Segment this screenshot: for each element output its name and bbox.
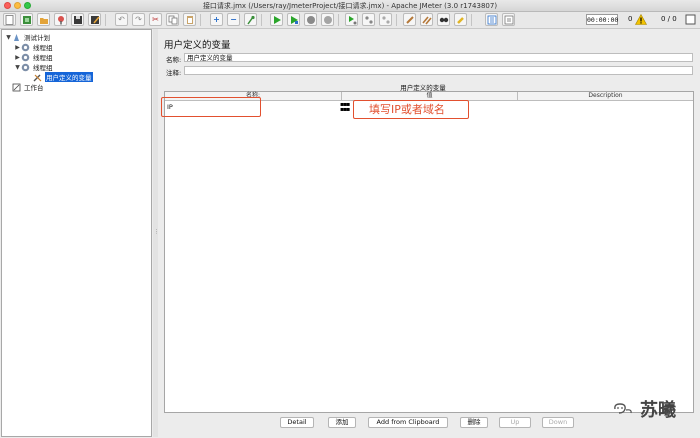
cut-icon[interactable]: ✂ — [149, 13, 162, 26]
elapsed-timer: 00:00:00 — [586, 14, 619, 25]
column-header-description[interactable]: Description — [518, 92, 693, 100]
clear-icon[interactable] — [403, 13, 416, 26]
title-bar: 接口请求.jmx (/Users/ray/JmeterProject/接口请求.… — [0, 0, 700, 12]
function-helper-icon[interactable] — [485, 13, 498, 26]
watermark-logo-icon — [614, 403, 632, 414]
tree-node-label: 线程组 — [33, 64, 53, 72]
expand-arrow-icon[interactable]: ▼ — [5, 34, 12, 41]
reset-search-icon[interactable] — [454, 13, 467, 26]
detail-button[interactable]: Detail — [280, 417, 314, 428]
toggle-icon[interactable] — [244, 13, 257, 26]
search-icon[interactable] — [437, 13, 450, 26]
active-threads: 0 / 0 — [661, 15, 677, 23]
annotation-text: 填写IP或者域名 — [369, 103, 445, 116]
remote-start-icon[interactable] — [345, 13, 358, 26]
help-icon[interactable] — [502, 13, 515, 26]
config-panel: 用户定义的变量 名称: 用户定义的变量 注释: 用户定义的变量 名称: 值 De… — [158, 29, 699, 437]
comment-field[interactable] — [184, 66, 693, 75]
tree-node-label-selected: 用户定义的变量 — [45, 72, 93, 82]
name-label: 名称: — [166, 56, 182, 64]
stop-icon[interactable] — [304, 13, 317, 26]
wrench-icon — [33, 73, 42, 82]
name-field[interactable]: 用户定义的变量 — [184, 53, 693, 62]
window-title: 接口请求.jmx (/Users/ray/JmeterProject/接口请求.… — [202, 2, 498, 10]
tree-node-label: 线程组 — [33, 44, 53, 52]
warning-icon[interactable] — [635, 14, 647, 25]
paste-icon[interactable] — [183, 13, 196, 26]
thread-group-icon — [21, 53, 30, 62]
tree-node-label: 线程组 — [33, 54, 53, 62]
close-icon[interactable] — [54, 13, 67, 26]
tree-node-test-plan[interactable]: ▼ 测试计划 — [5, 32, 50, 42]
thread-group-icon — [21, 63, 30, 72]
save-as-icon[interactable] — [88, 13, 101, 26]
remote-shutdown-icon[interactable] — [379, 13, 392, 26]
column-resize-grip-icon[interactable]: ▪▪▪ — [340, 106, 350, 113]
remote-stop-icon[interactable] — [362, 13, 375, 26]
comment-label: 注释: — [166, 69, 182, 77]
tree-node-user-defined-variables[interactable]: 用户定义的变量 — [33, 72, 93, 82]
add-button[interactable]: 添加 — [328, 417, 356, 428]
workbench-icon — [12, 83, 21, 92]
tree-node-thread-group[interactable]: ▶ 线程组 — [14, 42, 53, 52]
tree-node-thread-group[interactable]: ▼ 线程组 — [14, 62, 53, 72]
start-icon[interactable] — [270, 13, 283, 26]
tree-node-thread-group[interactable]: ▶ 线程组 — [14, 52, 53, 62]
thread-group-icon — [21, 43, 30, 52]
start-no-pauses-icon[interactable] — [287, 13, 300, 26]
tree-node-workbench[interactable]: 工作台 — [12, 82, 44, 92]
status-square-icon[interactable] — [684, 13, 697, 26]
test-plan-tree: ▼ 测试计划 ▶ 线程组 ▶ 线程组 ▼ 线程组 用户定义的变量 工作台 — [1, 29, 152, 437]
collapsed-arrow-icon[interactable]: ▶ — [14, 54, 21, 61]
expand-arrow-icon[interactable]: ▼ — [14, 64, 21, 71]
tree-node-label: 测试计划 — [24, 34, 50, 42]
column-header-value[interactable]: 值 — [342, 92, 517, 100]
annotation-box-name — [161, 97, 261, 117]
open-icon[interactable] — [37, 13, 50, 26]
redo-icon[interactable]: ↷ — [132, 13, 145, 26]
test-plan-icon — [12, 33, 21, 42]
page-title: 用户定义的变量 — [164, 40, 231, 51]
save-icon[interactable] — [71, 13, 84, 26]
templates-icon[interactable] — [20, 13, 33, 26]
collapsed-arrow-icon[interactable]: ▶ — [14, 44, 21, 51]
toolbar: ↶ ↷ ✂ + − 00:00:00 0 0 / 0 — [0, 12, 700, 29]
collapse-all-icon[interactable]: − — [227, 13, 240, 26]
expand-all-icon[interactable]: + — [210, 13, 223, 26]
tree-node-label: 工作台 — [24, 84, 44, 92]
watermark-text: 苏曦 — [640, 400, 676, 421]
copy-icon[interactable] — [166, 13, 179, 26]
clear-all-icon[interactable] — [420, 13, 433, 26]
down-button[interactable]: Down — [542, 417, 574, 428]
shutdown-icon[interactable] — [321, 13, 334, 26]
undo-icon[interactable]: ↶ — [115, 13, 128, 26]
button-row: Detail 添加 Add from Clipboard 删除 Up Down — [158, 417, 699, 428]
new-icon[interactable] — [3, 13, 16, 26]
variables-table: 名称: 值 Description IP — [164, 91, 694, 413]
add-from-clipboard-button[interactable]: Add from Clipboard — [368, 417, 448, 428]
up-button[interactable]: Up — [499, 417, 531, 428]
error-count: 0 — [628, 15, 633, 23]
delete-button[interactable]: 删除 — [460, 417, 488, 428]
